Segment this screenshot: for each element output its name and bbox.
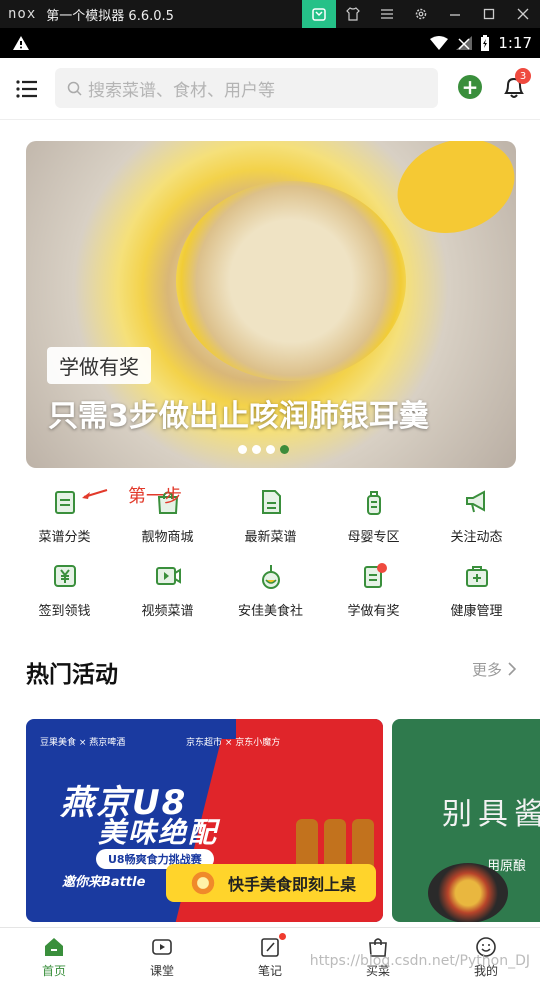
sun-icon xyxy=(190,870,216,896)
shirt-icon[interactable] xyxy=(336,0,370,28)
tab-notes[interactable]: 笔记 xyxy=(216,928,324,982)
category-item[interactable]: 健康管理 xyxy=(425,562,528,624)
status-time: 1:17 xyxy=(498,34,532,52)
chevron-right-icon xyxy=(508,662,516,676)
cta-banner[interactable]: 快手美食即刻上桌 xyxy=(166,864,376,902)
more-link[interactable]: 更多 xyxy=(472,659,517,680)
category-item[interactable]: 最新菜谱 xyxy=(219,488,322,550)
signal-icon xyxy=(456,36,473,50)
gear-icon[interactable] xyxy=(404,0,438,28)
recipe-category-icon xyxy=(54,491,75,514)
tab-home[interactable]: 首页 xyxy=(0,928,108,982)
download-icon[interactable] xyxy=(302,0,336,28)
megaphone-icon xyxy=(465,490,485,513)
close-icon[interactable] xyxy=(506,0,540,28)
note-edit-icon xyxy=(261,938,279,957)
anchor-food-icon xyxy=(261,565,280,589)
annotation-arrow-icon xyxy=(82,489,108,499)
emulator-title: 第一个模拟器 6.6.0.5 xyxy=(46,8,174,24)
card2-title: 别具酱 xyxy=(442,797,540,832)
activity-card-sauce[interactable]: 别具酱 用原酿 xyxy=(392,719,540,922)
watermark: https://blog.csdn.net/Python_DJ xyxy=(309,953,530,969)
play-icon xyxy=(152,939,172,955)
emulator-actions xyxy=(302,0,540,28)
more-label: 更多 xyxy=(472,661,503,679)
banner-spoon-image xyxy=(384,141,516,249)
prize-recipe-icon xyxy=(363,563,387,588)
battery-icon xyxy=(481,35,490,51)
health-kit-icon xyxy=(465,566,488,587)
minimize-icon[interactable] xyxy=(438,0,472,28)
card-invite: 邀你来Battle xyxy=(62,875,146,890)
add-button[interactable]: + xyxy=(458,75,482,99)
category-item[interactable]: 签到领钱 xyxy=(13,562,116,624)
yen-icon xyxy=(53,565,76,587)
category-item[interactable]: 学做有奖 xyxy=(322,562,425,624)
hero-banner[interactable]: 学做有奖 只需3步做出止咳润肺银耳羹 xyxy=(26,141,516,468)
search-icon xyxy=(67,81,82,96)
video-icon xyxy=(155,567,181,585)
card-headline-2: 美味绝配 xyxy=(98,816,219,849)
bibimbap-image xyxy=(428,863,508,922)
status-bar: 1:17 xyxy=(0,28,540,58)
category-item[interactable]: 视频菜谱 xyxy=(116,562,219,624)
category-item[interactable]: 安佳美食社 xyxy=(219,562,322,624)
banner-title: 只需3步做出止咳润肺银耳羹 xyxy=(48,399,429,434)
tab-class[interactable]: 课堂 xyxy=(108,928,216,982)
cta-text: 快手美食即刻上桌 xyxy=(228,875,357,894)
menu-icon[interactable] xyxy=(370,0,404,28)
annotation-text: 第一步 xyxy=(128,486,182,507)
emulator-titlebar: nox 第一个模拟器 6.6.0.5 xyxy=(0,0,540,28)
card-brand-logos: 豆果美食 × 燕京啤酒 xyxy=(40,738,126,748)
banner-tag: 学做有奖 xyxy=(47,347,151,384)
category-item[interactable]: 关注动态 xyxy=(425,488,528,550)
status-indicators: 1:17 xyxy=(430,28,532,58)
baby-bottle-icon xyxy=(366,491,381,515)
maximize-icon[interactable] xyxy=(472,0,506,28)
carousel-dot[interactable] xyxy=(252,445,261,454)
list-menu-icon[interactable] xyxy=(16,80,38,98)
notification-badge: 3 xyxy=(515,68,531,84)
warning-icon xyxy=(13,36,29,50)
search-placeholder: 搜索菜谱、食材、用户等 xyxy=(88,80,275,101)
new-recipe-icon xyxy=(261,490,281,514)
nox-logo: nox xyxy=(8,6,37,22)
search-input[interactable]: 搜索菜谱、食材、用户等 xyxy=(55,68,438,108)
carousel-dot-active[interactable] xyxy=(280,445,289,454)
home-icon xyxy=(45,938,63,956)
banner-bowl-image xyxy=(176,181,406,381)
carousel-dot[interactable] xyxy=(238,445,247,454)
carousel-dots xyxy=(238,445,289,454)
category-item[interactable]: 母婴专区 xyxy=(322,488,425,550)
wifi-icon xyxy=(430,36,449,50)
plus-icon: + xyxy=(461,75,479,99)
carousel-dot[interactable] xyxy=(266,445,275,454)
notes-badge-dot xyxy=(279,933,286,940)
card-partner-logos: 京东超市 × 京东小魔方 xyxy=(186,738,281,748)
section-title: 热门活动 xyxy=(26,662,118,688)
app-header: 搜索菜谱、食材、用户等 + 3 xyxy=(0,58,540,120)
